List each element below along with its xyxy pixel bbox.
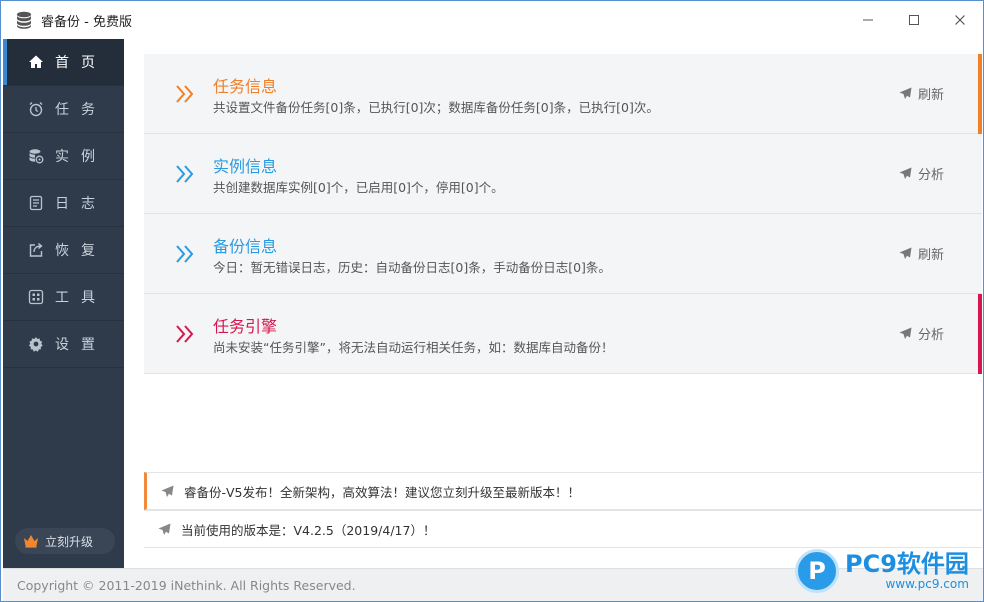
card-title: 备份信息 xyxy=(213,237,278,256)
sidebar-item-label: 任务 xyxy=(55,102,107,118)
notice-text: 当前使用的版本是：V4.2.5（2019/4/17）！ xyxy=(181,522,436,538)
accent-bar xyxy=(978,54,982,134)
card-description: 共设置文件备份任务[0]条，已执行[0]次；数据库备份任务[0]条，已执行[0]… xyxy=(213,100,659,115)
sidebar-item-home[interactable]: 首页 xyxy=(3,39,124,86)
sidebar-item-settings[interactable]: 设置 xyxy=(3,321,124,368)
task-info-card: 任务信息 共设置文件备份任务[0]条，已执行[0]次；数据库备份任务[0]条，已… xyxy=(144,54,982,134)
title-bar: 睿备份 - 免费版 xyxy=(1,1,983,39)
card-action-label: 分析 xyxy=(917,328,944,343)
sidebar-item-label: 恢复 xyxy=(55,243,107,259)
card-description: 尚未安装“任务引擎”，将无法自动运行相关任务，如：数据库自动备份！ xyxy=(213,340,614,355)
sidebar-item-tasks[interactable]: 任务 xyxy=(3,86,124,133)
window-title: 睿备份 - 免费版 xyxy=(41,14,132,30)
alarm-clock-icon xyxy=(27,100,45,118)
card-title: 实例信息 xyxy=(213,157,278,176)
pc9-logo-icon: P xyxy=(795,549,839,593)
watermark-name: PC9软件园 xyxy=(845,550,969,578)
sidebar-item-instances[interactable]: 实例 xyxy=(3,133,124,180)
card-description: 共创建数据库实例[0]个，已启用[0]个，停用[0]个。 xyxy=(213,180,504,195)
backup-info-card: 备份信息 今日：暂无错误日志，历史：自动备份日志[0]条，手动备份日志[0]条。… xyxy=(144,214,982,294)
send-icon xyxy=(161,485,174,498)
send-icon xyxy=(899,247,912,260)
sidebar: 首页 任务 实例 日志 恢复 工具 设置 立刻升级 xyxy=(3,39,124,568)
send-icon xyxy=(899,167,912,180)
database-icon xyxy=(27,147,45,165)
watermark-text: PC9软件园 www.pc9.com xyxy=(845,551,969,591)
instance-info-card: 实例信息 共创建数据库实例[0]个，已启用[0]个，停用[0]个。 分析 xyxy=(144,134,982,214)
version-notice: 当前使用的版本是：V4.2.5（2019/4/17）！ xyxy=(144,510,982,548)
home-icon xyxy=(27,53,45,71)
analyze-button[interactable]: 分析 xyxy=(899,164,944,183)
double-chevron-right-icon xyxy=(174,163,196,185)
release-notice[interactable]: 睿备份-V5发布！全新架构，高效算法！建议您立刻升级至最新版本！！ xyxy=(144,472,982,510)
card-action-label: 刷新 xyxy=(917,88,944,103)
sidebar-item-logs[interactable]: 日志 xyxy=(3,180,124,227)
sidebar-item-label: 实例 xyxy=(55,149,107,165)
crown-icon xyxy=(23,534,39,548)
window-controls xyxy=(845,1,983,39)
copyright-text: Copyright © 2011-2019 iNethink. All Righ… xyxy=(17,577,356,593)
card-description: 今日：暂无错误日志，历史：自动备份日志[0]条，手动备份日志[0]条。 xyxy=(213,260,611,275)
notice-text: 睿备份-V5发布！全新架构，高效算法！建议您立刻升级至最新版本！！ xyxy=(184,484,581,500)
watermark-domain: www.pc9.com xyxy=(885,577,969,591)
send-icon xyxy=(899,327,912,340)
app-window: 睿备份 - 免费版 首页 任务 实例 日志 恢复 工具 设置 立刻升级 任务信息… xyxy=(0,0,984,602)
sidebar-item-label: 日志 xyxy=(55,196,107,212)
sidebar-item-label: 首页 xyxy=(55,55,107,71)
main-content: 任务信息 共设置文件备份任务[0]条，已执行[0]次；数据库备份任务[0]条，已… xyxy=(124,39,983,568)
card-action-label: 刷新 xyxy=(917,248,944,263)
sidebar-item-tools[interactable]: 工具 xyxy=(3,274,124,321)
upgrade-button[interactable]: 立刻升级 xyxy=(15,528,115,554)
minimize-button[interactable] xyxy=(845,1,891,39)
double-chevron-right-icon xyxy=(174,323,196,345)
task-engine-card: 任务引擎 尚未安装“任务引擎”，将无法自动运行相关任务，如：数据库自动备份！ 分… xyxy=(144,294,982,374)
gear-icon xyxy=(27,335,45,353)
analyze-button[interactable]: 分析 xyxy=(899,324,944,343)
export-icon xyxy=(27,241,45,259)
refresh-button[interactable]: 刷新 xyxy=(899,84,944,103)
close-button[interactable] xyxy=(937,1,983,39)
double-chevron-right-icon xyxy=(174,243,196,265)
double-chevron-right-icon xyxy=(174,83,196,105)
database-app-icon xyxy=(15,11,33,29)
card-title: 任务信息 xyxy=(213,77,278,96)
watermark: P PC9软件园 www.pc9.com xyxy=(795,545,975,597)
send-icon xyxy=(899,87,912,100)
sidebar-item-label: 设置 xyxy=(55,337,107,353)
accent-bar xyxy=(978,294,982,374)
maximize-button[interactable] xyxy=(891,1,937,39)
card-title: 任务引擎 xyxy=(213,317,278,336)
sidebar-item-restore[interactable]: 恢复 xyxy=(3,227,124,274)
log-file-icon xyxy=(27,194,45,212)
send-icon xyxy=(158,523,171,536)
card-action-label: 分析 xyxy=(917,168,944,183)
upgrade-label: 立刻升级 xyxy=(45,534,94,549)
sidebar-item-label: 工具 xyxy=(55,290,107,306)
grid-icon xyxy=(27,288,45,306)
refresh-button[interactable]: 刷新 xyxy=(899,244,944,263)
